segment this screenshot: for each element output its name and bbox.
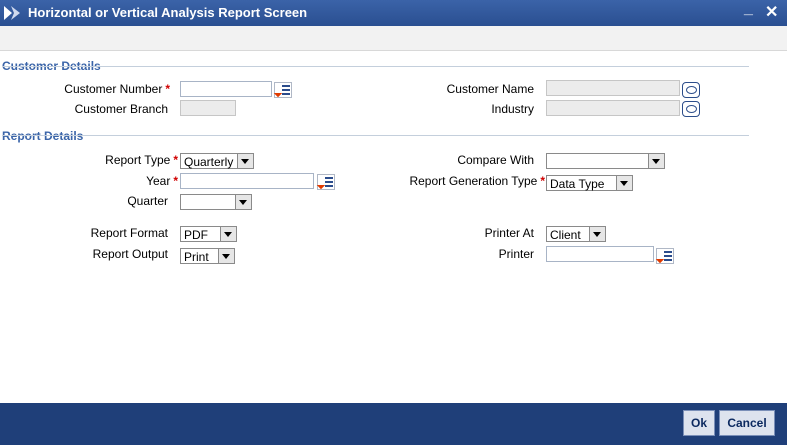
report-format-label: Report Format (90, 226, 168, 240)
minimize-button[interactable]: _ (744, 0, 753, 18)
report-type-select[interactable]: Quarterly (180, 153, 254, 169)
printer-at-label: Printer At (484, 226, 534, 240)
customer-details-divider (2, 66, 749, 67)
customer-name-lookup-icon[interactable] (682, 82, 700, 98)
report-type-label: Report Type * (105, 153, 178, 167)
customer-branch-field (180, 100, 236, 116)
report-output-select[interactable]: Print (180, 248, 235, 264)
report-format-value: PDF (184, 228, 208, 242)
compare-with-label: Compare With (457, 153, 534, 167)
industry-field (546, 100, 680, 116)
app-logo-icon (4, 6, 20, 20)
customer-branch-label: Customer Branch (74, 102, 168, 116)
chevron-down-icon[interactable] (237, 154, 253, 168)
year-label: Year * (146, 174, 178, 188)
title-bar: Horizontal or Vertical Analysis Report S… (0, 0, 787, 26)
year-lov-icon[interactable] (316, 174, 335, 190)
report-output-label: Report Output (92, 247, 168, 261)
close-button[interactable]: ✕ (765, 2, 778, 22)
report-format-select[interactable]: PDF (180, 226, 237, 242)
ok-button[interactable]: Ok (683, 410, 715, 436)
chevron-down-icon[interactable] (616, 176, 632, 190)
required-marker: * (173, 153, 178, 167)
required-marker: * (173, 174, 178, 188)
toolbar-strip (0, 26, 787, 51)
printer-at-value: Client (550, 228, 581, 242)
customer-number-label: Customer Number * (64, 82, 170, 96)
report-details-divider (2, 135, 749, 136)
chevron-down-icon[interactable] (218, 249, 234, 263)
printer-lov-icon[interactable] (655, 248, 674, 264)
chevron-down-icon[interactable] (235, 195, 251, 209)
report-details-header: Report Details (2, 129, 84, 143)
printer-label: Printer (498, 247, 534, 261)
customer-name-label: Customer Name (446, 82, 534, 96)
printer-at-select[interactable]: Client (546, 226, 606, 242)
customer-number-input[interactable] (180, 81, 272, 97)
quarter-select[interactable] (180, 194, 252, 210)
report-generation-type-value: Data Type (550, 177, 605, 191)
chevron-down-icon[interactable] (648, 154, 664, 168)
footer-bar: Ok Cancel (0, 403, 787, 445)
report-generation-type-label: Report Generation Type * (409, 174, 545, 188)
window-title: Horizontal or Vertical Analysis Report S… (28, 5, 308, 20)
report-generation-type-select[interactable]: Data Type (546, 175, 633, 191)
required-marker: * (165, 82, 170, 96)
year-input[interactable] (180, 173, 314, 189)
industry-label: Industry (491, 102, 534, 116)
quarter-label: Quarter (127, 194, 168, 208)
report-type-value: Quarterly (184, 155, 234, 169)
chevron-down-icon[interactable] (220, 227, 236, 241)
industry-lookup-icon[interactable] (682, 101, 700, 117)
required-marker: * (540, 174, 545, 188)
cancel-button[interactable]: Cancel (719, 410, 775, 436)
chevron-down-icon[interactable] (589, 227, 605, 241)
compare-with-select[interactable] (546, 153, 665, 169)
customer-name-field (546, 80, 680, 96)
customer-number-lov-icon[interactable] (273, 82, 292, 98)
form-content: Customer Details Customer Number * Custom… (0, 51, 787, 403)
report-output-value: Print (184, 250, 209, 264)
printer-input[interactable] (546, 246, 654, 262)
